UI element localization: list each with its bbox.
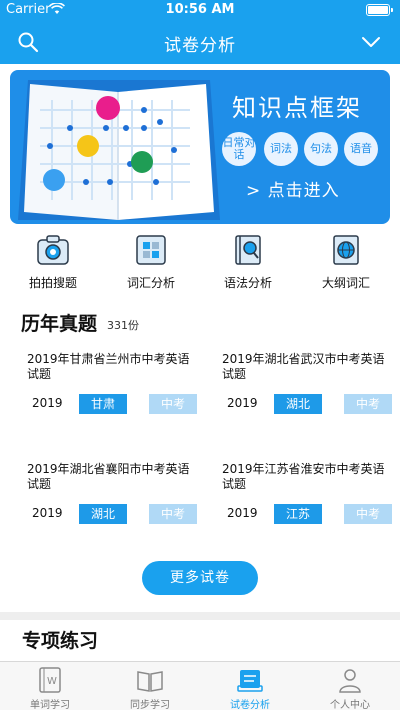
exam-title: 2019年湖北省襄阳市中考英语试题: [27, 462, 190, 491]
battery-icon: [366, 4, 393, 16]
chip-daily-dialogue: 日常对话: [222, 132, 256, 166]
banner-enter-link[interactable]: > 点击进入: [246, 176, 340, 201]
level-badge: 中考: [149, 394, 197, 414]
chip-morphology: 词法: [264, 132, 298, 166]
exam-year: 2019: [227, 396, 258, 410]
navigation-bar: 试卷分析: [0, 20, 400, 64]
tool-label: 拍拍搜题: [28, 276, 77, 290]
region-badge: 江苏: [274, 504, 322, 524]
status-bar: Carrier 10:56 AM: [0, 0, 400, 20]
exam-card[interactable]: 2019年湖北省襄阳市中考英语试题 2019 湖北 中考: [27, 462, 197, 524]
exam-year: 2019: [32, 396, 63, 410]
exam-title: 2019年江苏省淮安市中考英语试题: [222, 462, 385, 491]
exam-year: 2019: [227, 506, 258, 520]
tool-photo-search[interactable]: 拍拍搜题: [13, 234, 93, 291]
chip-syntax: 句法: [304, 132, 338, 166]
tool-syllabus-vocabulary[interactable]: 大纲词汇: [306, 234, 386, 291]
exam-title: 2019年湖北省武汉市中考英语试题: [222, 352, 385, 381]
tool-label: 大纲词汇: [321, 276, 370, 290]
special-practice-title: 专项练习: [22, 630, 99, 652]
word-card-icon: W: [39, 667, 61, 693]
tab-sync-study[interactable]: 同步学习: [100, 666, 200, 710]
grid-book-icon: [136, 235, 166, 265]
region-badge: 湖北: [79, 504, 127, 524]
more-papers-button[interactable]: 更多试卷: [142, 561, 258, 595]
past-exams-title: 历年真题: [21, 313, 98, 335]
banner-title: 知识点框架: [232, 94, 362, 122]
svg-text:W: W: [47, 676, 57, 687]
level-badge: 中考: [344, 394, 392, 414]
book-search-icon: [235, 235, 261, 265]
level-badge: 中考: [149, 504, 197, 524]
tool-grammar-analysis[interactable]: 语法分析: [208, 234, 288, 291]
region-badge: 甘肃: [79, 394, 127, 414]
tab-word-study[interactable]: W 单词学习: [0, 666, 100, 710]
region-badge: 湖北: [274, 394, 322, 414]
tab-label: 同步学习: [130, 700, 170, 710]
tab-label: 个人中心: [330, 700, 370, 710]
level-badge: 中考: [344, 504, 392, 524]
open-book-icon: [137, 671, 163, 692]
tool-label: 语法分析: [223, 276, 272, 290]
chip-phonetics: 语音: [344, 132, 378, 166]
exam-card[interactable]: 2019年甘肃省兰州市中考英语试题 2019 甘肃 中考: [27, 352, 197, 414]
tab-personal-center[interactable]: 个人中心: [300, 666, 400, 710]
section-divider: [0, 612, 400, 620]
tool-label: 词汇分析: [126, 276, 175, 290]
exam-title: 2019年甘肃省兰州市中考英语试题: [27, 352, 190, 381]
person-icon: [339, 669, 361, 693]
exam-card[interactable]: 2019年江苏省淮安市中考英语试题 2019 江苏 中考: [222, 462, 392, 524]
tab-bar: W 单词学习 同步学习 试卷分析 个人中心: [0, 661, 400, 710]
camera-icon: [37, 235, 69, 265]
tab-label: 试卷分析: [230, 700, 270, 710]
paper-stack-icon: [237, 670, 263, 692]
clock: 10:56 AM: [165, 2, 235, 17]
quick-tools: 拍拍搜题 词汇分析 语法分析 大纲词汇: [0, 234, 400, 294]
page-title: 试卷分析: [164, 36, 236, 56]
tool-vocabulary-analysis[interactable]: 词汇分析: [111, 234, 191, 291]
globe-book-icon: [333, 235, 359, 265]
tab-label: 单词学习: [30, 700, 70, 710]
knowledge-framework-banner[interactable]: 知识点框架 日常对话 词法 句法 语音 > 点击进入: [10, 70, 390, 224]
past-exams-count: 331份: [107, 319, 139, 332]
tab-paper-analysis[interactable]: 试卷分析: [200, 666, 300, 710]
exam-year: 2019: [32, 506, 63, 520]
chevron-down-icon[interactable]: [360, 32, 382, 52]
exam-card[interactable]: 2019年湖北省武汉市中考英语试题 2019 湖北 中考: [222, 352, 392, 414]
